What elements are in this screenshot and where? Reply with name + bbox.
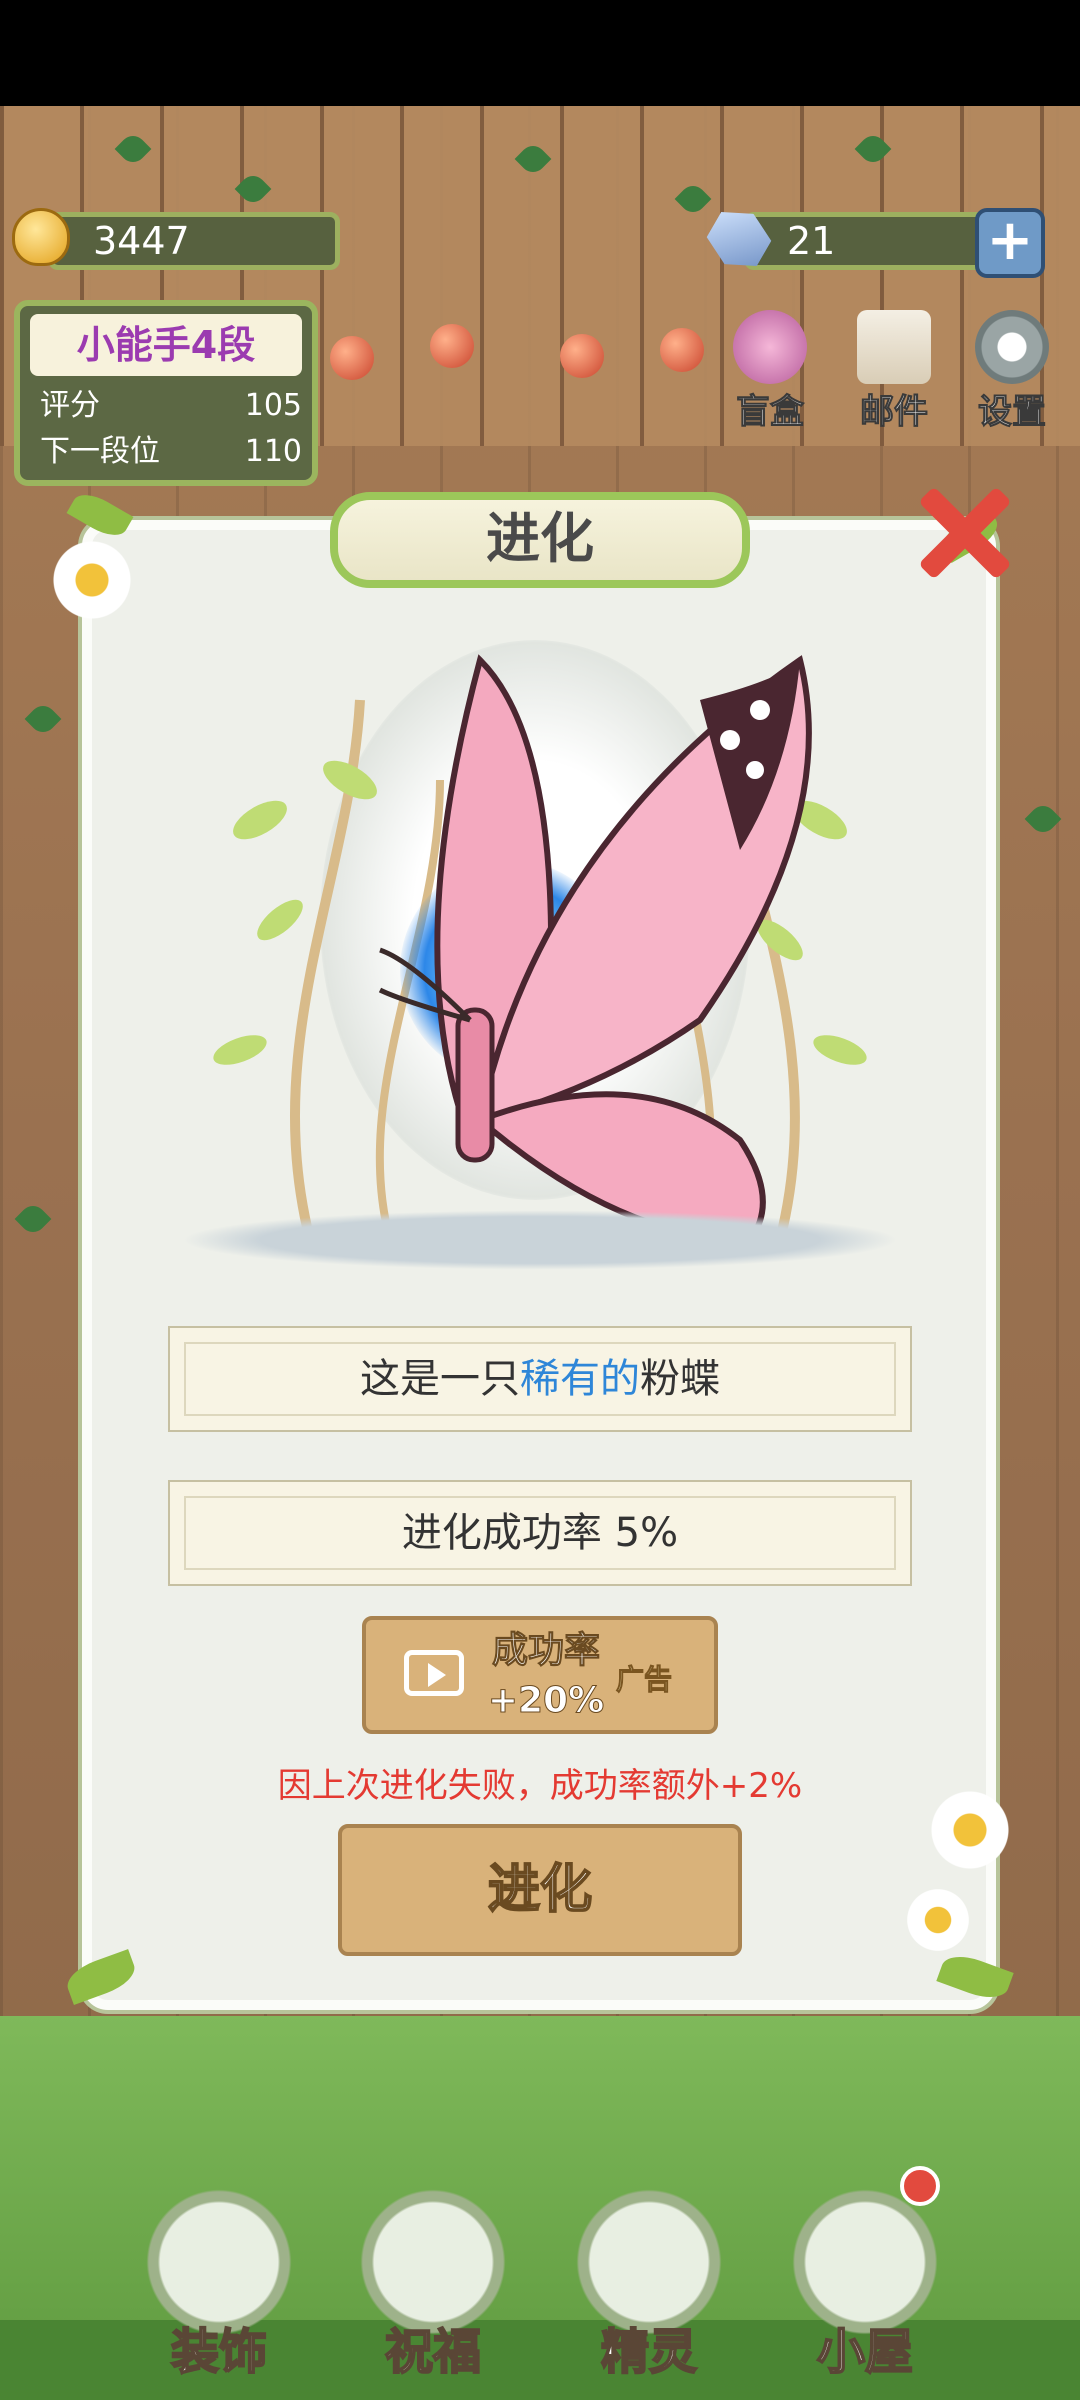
vine-leaf — [14, 1200, 52, 1238]
daisy-flower — [52, 540, 132, 620]
close-icon[interactable] — [912, 478, 1012, 578]
mail-icon — [857, 310, 931, 384]
lantern-icon — [430, 324, 474, 368]
status-bar — [0, 0, 1080, 106]
description-suffix: 粉蝶 — [640, 1356, 720, 1402]
nav-spirit-label: 精灵 — [600, 2323, 698, 2381]
daisy-flower — [906, 1888, 970, 1952]
bonus-notice: 因上次进化失败，成功率额外+2% — [277, 1766, 803, 1806]
nav-decor-label: 装饰 — [170, 2323, 268, 2381]
nav-house-label: 小屋 — [816, 2323, 914, 2381]
nav-blessing[interactable]: 祝福 — [344, 2182, 522, 2382]
mail-label: 邮件 — [860, 392, 929, 433]
blind-box-icon — [733, 310, 807, 384]
ad-tag: 广告 — [615, 1663, 673, 1697]
vine-leaf — [24, 700, 62, 738]
description-prefix: 这是一只 — [360, 1356, 520, 1402]
nav-blessing-label: 祝福 — [384, 2323, 482, 2381]
nav-decor[interactable]: 装饰 — [130, 2182, 308, 2382]
settings-label: 设置 — [978, 392, 1047, 433]
score-label: 评分 — [40, 388, 100, 423]
nav-spirit[interactable]: 精灵 — [560, 2182, 738, 2382]
coin-bar: 3447 — [48, 212, 340, 270]
settings-button[interactable]: 设置 — [966, 310, 1058, 433]
add-gems-button[interactable]: + — [975, 208, 1045, 278]
watch-ad-boost-button[interactable]: 成功率 +20% 广告 — [362, 1616, 718, 1734]
rank-panel[interactable]: 小能手4段 评分 105 下一段位 110 — [14, 300, 318, 486]
ad-boost-label: 成功率 +20% — [476, 1626, 616, 1726]
next-rank-label: 下一段位 — [40, 434, 160, 469]
butterfly-art — [140, 620, 940, 1300]
mail-button[interactable]: 邮件 — [848, 310, 940, 433]
vine-leaf — [1024, 800, 1062, 838]
plus-icon: + — [986, 208, 1034, 273]
rarity-text: 稀有的 — [520, 1356, 640, 1402]
next-rank-value: 110 — [244, 434, 302, 469]
blind-box-button[interactable]: 盲盒 — [724, 310, 816, 433]
description-box: 这是一只稀有的粉蝶 — [168, 1326, 912, 1432]
success-rate-text: 进化成功率 5% — [401, 1510, 679, 1556]
rank-title: 小能手4段 — [30, 314, 302, 376]
lantern-icon — [560, 334, 604, 378]
gem-bar: 21 — [744, 212, 1008, 270]
evolve-button[interactable]: 进化 — [338, 1824, 742, 1956]
gem-count: 21 — [787, 219, 836, 263]
tv-play-icon — [404, 1650, 464, 1696]
next-rank-row: 下一段位 110 — [40, 430, 302, 474]
cloud-base — [180, 1210, 900, 1270]
score-row: 评分 105 — [40, 384, 302, 428]
lantern-icon — [660, 328, 704, 372]
lantern-icon — [330, 336, 374, 380]
coin-count: 3447 — [93, 219, 190, 263]
dialog-title: 进化 — [330, 492, 750, 588]
ad-boost-line1: 成功率 — [491, 1630, 600, 1672]
coin-icon — [12, 208, 70, 266]
success-rate-box: 进化成功率 5% — [168, 1480, 912, 1586]
nav-house[interactable]: 小屋 — [776, 2182, 954, 2382]
gear-icon — [975, 310, 1049, 384]
daisy-flower — [930, 1790, 1010, 1870]
pink-butterfly — [378, 654, 812, 1244]
notification-dot — [900, 2166, 940, 2206]
blind-box-label: 盲盒 — [736, 392, 805, 433]
ad-boost-line2: +20% — [487, 1680, 605, 1722]
score-value: 105 — [244, 388, 302, 423]
